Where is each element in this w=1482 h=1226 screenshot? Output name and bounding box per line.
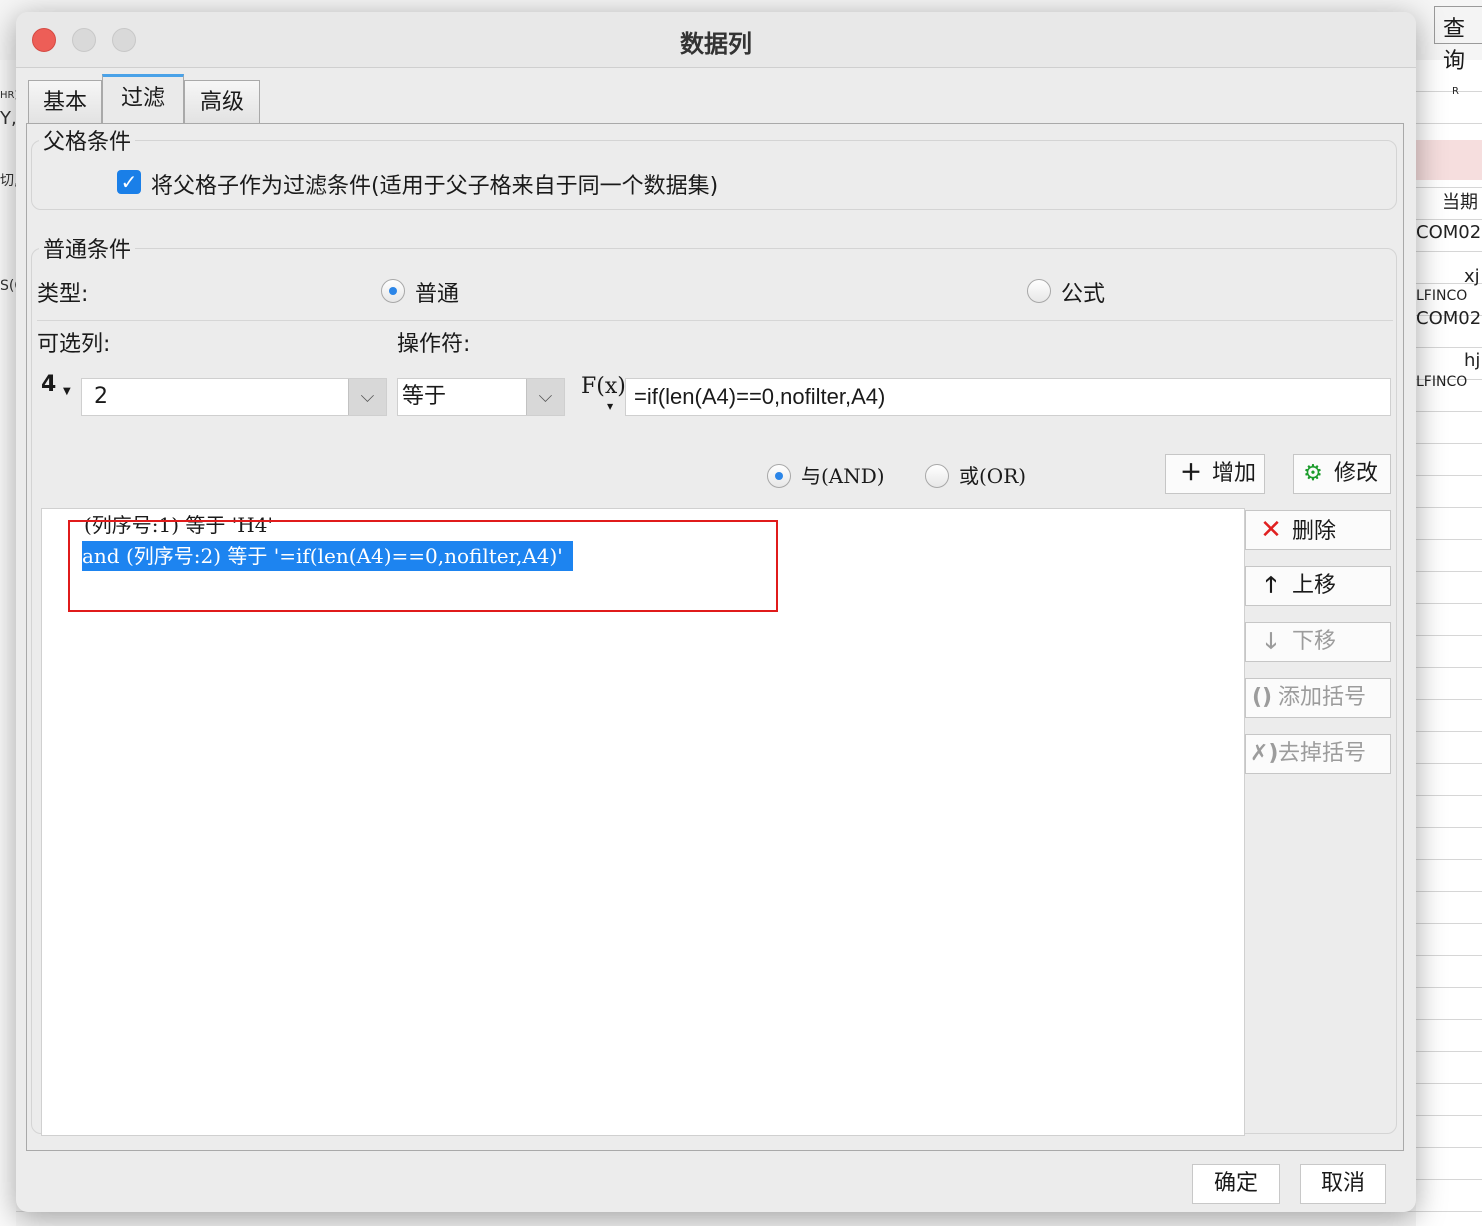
tab-basic[interactable]: 基本: [28, 80, 102, 124]
type-formula-label: 公式: [1061, 282, 1106, 307]
parent-filter-checkbox[interactable]: ✓: [117, 170, 141, 194]
remove-brackets-icon: ✗): [1250, 741, 1279, 766]
tab-advanced[interactable]: 高级: [184, 80, 260, 124]
move-down-button-label: 下移: [1292, 629, 1337, 654]
x-delete-icon: ✕: [1260, 515, 1282, 545]
bg-period-label: 当期: [1442, 192, 1478, 213]
chevron-down-icon[interactable]: ⌵: [526, 379, 564, 415]
highlight-annotation-box: [68, 520, 778, 612]
column-select[interactable]: 2 ⌵: [81, 378, 387, 416]
bg-left-text: HR): [0, 90, 16, 101]
bg-left-text: Y,: [0, 108, 16, 129]
modify-button[interactable]: ⚙ 修改: [1293, 454, 1391, 494]
ok-button[interactable]: 确定: [1192, 1164, 1280, 1204]
parent-filter-label: 将父格子作为过滤条件(适用于父子格来自于同一个数据集): [151, 174, 719, 199]
delete-button-label: 删除: [1292, 519, 1337, 544]
and-label: 与(AND): [801, 464, 885, 488]
cancel-button[interactable]: 取消: [1300, 1164, 1386, 1204]
operator-select[interactable]: 等于 ⌵: [397, 378, 565, 416]
divider: [37, 320, 1393, 321]
bg-left-text: 切,: [0, 173, 16, 189]
brackets-icon: (): [1251, 685, 1273, 710]
gear-edit-icon: ⚙: [1303, 461, 1323, 486]
remove-bracket-button[interactable]: ✗)去掉括号: [1245, 734, 1391, 774]
operator-select-value: 等于: [402, 384, 447, 409]
type-normal-radio[interactable]: [381, 279, 405, 303]
operator-label: 操作符:: [397, 332, 471, 357]
add-button-label: 增加: [1212, 461, 1257, 486]
background-left-strip: HR) Y, 切, S(C: [0, 60, 16, 1226]
bg-cell: COM020: [1416, 308, 1482, 329]
type-label: 类型:: [37, 282, 89, 307]
add-button[interactable]: ＋ 增加: [1165, 454, 1265, 494]
arrow-up-icon: 🡑: [1265, 573, 1277, 598]
bg-cell: COM020: [1416, 222, 1482, 243]
column-index-dropdown-icon[interactable]: ▼: [63, 386, 71, 397]
bg-cell: hj: [1464, 350, 1481, 371]
bg-cell: xj: [1464, 266, 1480, 287]
formula-dropdown-icon[interactable]: ▼: [607, 402, 613, 411]
column-label: 可选列:: [37, 332, 111, 357]
query-button[interactable]: 查询: [1434, 6, 1482, 74]
dialog-title: 数据列: [680, 30, 752, 58]
move-up-button[interactable]: 🡑 上移: [1245, 566, 1391, 606]
column-index-selector[interactable]: 4: [41, 372, 56, 397]
move-down-button[interactable]: 🡓 下移: [1245, 622, 1391, 662]
move-up-button-label: 上移: [1292, 573, 1337, 598]
formula-input[interactable]: =if(len(A4)==0,nofilter,A4): [625, 378, 1391, 416]
add-bracket-button-label: 添加括号: [1278, 685, 1367, 710]
background-highlight-cell: [1416, 140, 1482, 180]
or-radio[interactable]: [925, 464, 949, 488]
tab-filter[interactable]: 过滤: [102, 74, 184, 124]
type-normal-label: 普通: [415, 282, 460, 307]
filter-panel: 父格条件 ✓ 将父格子作为过滤条件(适用于父子格来自于同一个数据集) 普通条件 …: [26, 123, 1404, 1151]
data-column-dialog: 数据列 基本 过滤 高级 父格条件 ✓ 将父格子作为过滤条件(适用于父子格来自于…: [16, 12, 1416, 1212]
parent-condition-title: 父格条件: [39, 124, 136, 156]
bg-cell: LFINCO: [1416, 288, 1468, 304]
delete-button[interactable]: ✕ 删除: [1245, 510, 1391, 550]
add-bracket-button[interactable]: () 添加括号: [1245, 678, 1391, 718]
bg-column-header: R: [1452, 86, 1459, 97]
type-formula-radio[interactable]: [1027, 279, 1051, 303]
remove-bracket-button-label: 去掉括号: [1278, 741, 1367, 766]
column-select-value: 2: [94, 384, 108, 409]
arrow-down-icon: 🡓: [1265, 629, 1277, 654]
normal-condition-title: 普通条件: [39, 232, 136, 264]
bg-cell: LFINCO: [1416, 374, 1468, 390]
formula-icon[interactable]: F(x): [581, 374, 626, 399]
modify-button-label: 修改: [1334, 461, 1379, 486]
plus-icon: ＋: [1179, 461, 1202, 486]
bg-left-text: S(C: [0, 278, 16, 294]
or-label: 或(OR): [959, 464, 1027, 488]
and-radio[interactable]: [767, 464, 791, 488]
title-bar: 数据列: [16, 12, 1416, 68]
chevron-down-icon[interactable]: ⌵: [348, 379, 386, 415]
